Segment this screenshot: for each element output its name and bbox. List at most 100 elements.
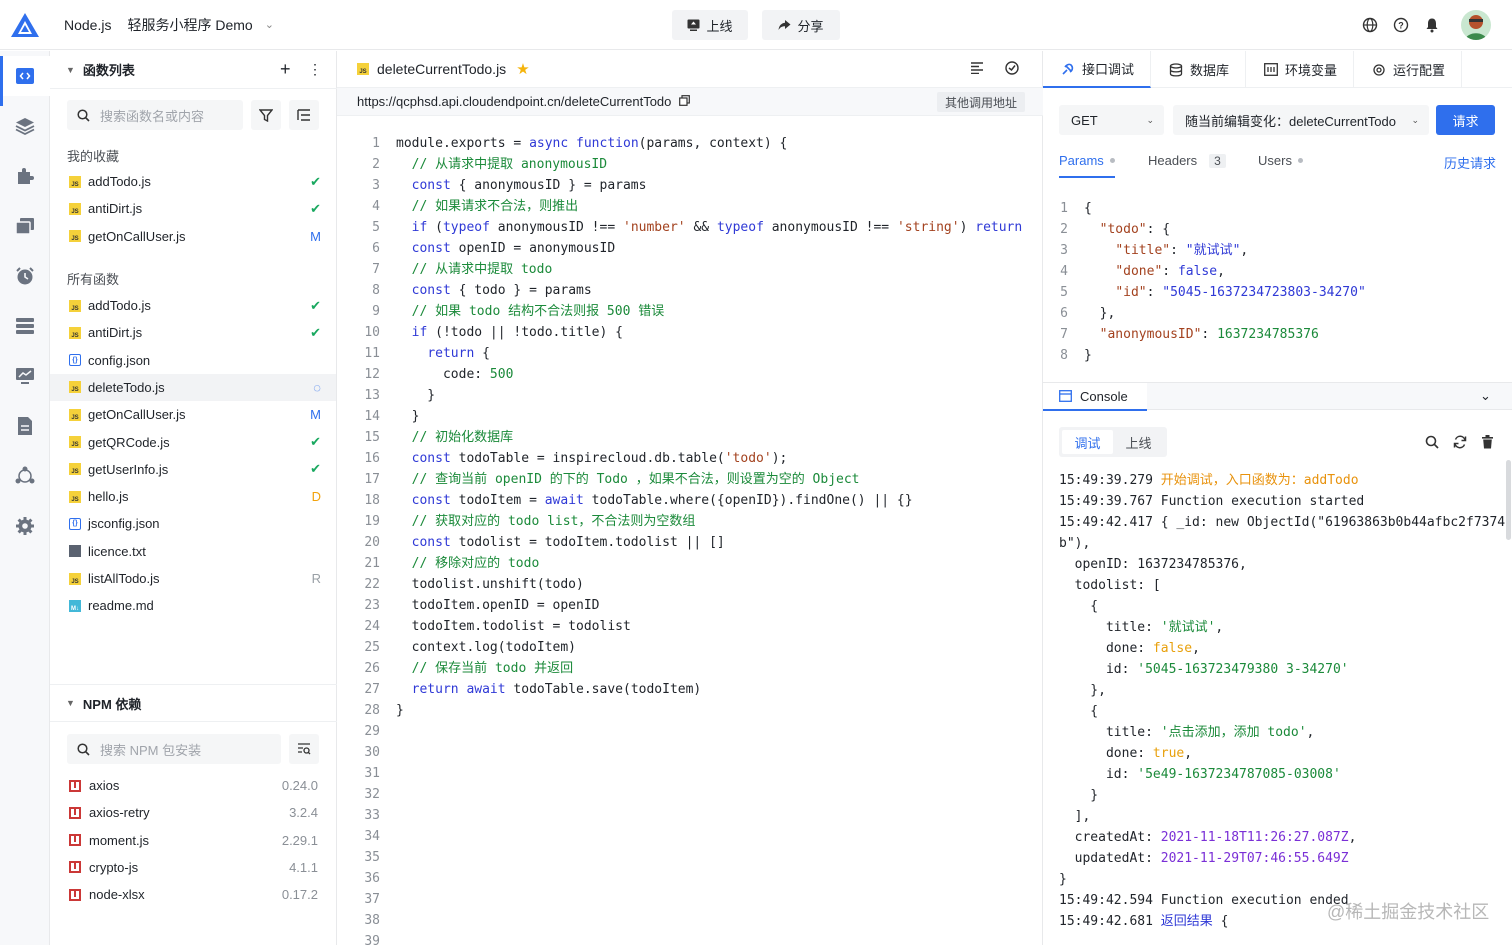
request-body[interactable]: 1{2 "todo": {3 "title": "就试试", 4 "done": … (1043, 198, 1512, 366)
npm-search-input[interactable]: 搜索 NPM 包安装 (67, 734, 281, 764)
caret-down-icon: ▼ (66, 698, 75, 708)
mode-online[interactable]: 上线 (1113, 430, 1164, 454)
headers-count: 3 (1209, 153, 1226, 168)
code-text: todoItem.openID = openID (396, 598, 600, 613)
file-name: getUserInfo.js (88, 461, 169, 477)
filter-icon[interactable] (251, 100, 281, 130)
code-line: 13 } (337, 385, 1043, 406)
tab-run-config[interactable]: 运行配置 (1354, 51, 1463, 88)
package-item[interactable]: axios 0.24.0 (50, 772, 336, 799)
files-nav-icon[interactable] (0, 206, 50, 246)
console-icon (1059, 390, 1072, 402)
line-number: 5 (1060, 285, 1068, 300)
line-number: 39 (364, 934, 380, 949)
method-select[interactable]: GET ⌄ (1059, 105, 1164, 135)
npm-header[interactable]: ▼ NPM 依赖 (50, 684, 337, 722)
function-search-input[interactable]: 搜索函数名或内容 (67, 100, 243, 130)
package-search-icon[interactable] (289, 734, 319, 764)
plugin-nav-icon[interactable] (0, 156, 50, 196)
tree-view-icon[interactable] (289, 100, 319, 130)
users-nav-icon[interactable] (0, 456, 50, 496)
monitor-nav-icon[interactable] (0, 356, 50, 396)
file-item[interactable]: JS antiDirt.js ✔ (50, 319, 336, 346)
deploy-button[interactable]: 上线 (672, 10, 748, 40)
source-select[interactable]: 随当前编辑变化：deleteCurrentTodo ⌄ (1173, 105, 1429, 135)
file-item[interactable]: JS deleteTodo.js ◌ (50, 373, 336, 401)
bell-icon[interactable] (1422, 15, 1442, 35)
tab-console[interactable]: Console (1043, 383, 1147, 411)
refresh-icon[interactable] (1453, 435, 1467, 452)
npm-icon (69, 806, 81, 819)
file-item[interactable]: JS hello.js D (50, 483, 336, 510)
settings-nav-icon[interactable] (0, 506, 50, 546)
tab-headers[interactable]: Headers 3 (1148, 153, 1226, 168)
format-icon[interactable] (970, 61, 984, 77)
trash-icon[interactable] (1481, 435, 1494, 452)
console-line: b"), (1059, 536, 1091, 551)
package-item[interactable]: crypto-js 4.1.1 (50, 854, 336, 881)
code-line: 11 return { (337, 343, 1043, 364)
copy-icon[interactable] (679, 94, 691, 109)
file-item[interactable]: JS addTodo.js ✔ (50, 292, 336, 319)
globe-icon[interactable] (1360, 15, 1380, 35)
file-item[interactable]: JS addTodo.js ✔ (50, 168, 336, 195)
database-icon (1169, 62, 1183, 77)
collapse-chevron-icon[interactable]: ⌄ (1480, 388, 1491, 404)
editor-tab[interactable]: JS deleteCurrentTodo.js ★ (337, 51, 1043, 88)
alarm-nav-icon[interactable] (0, 256, 50, 296)
code-line: 1 module.exports = async function(params,… (337, 133, 1043, 154)
project-selector[interactable]: Node.js 轻服务小程序 Demo ⌄ (64, 15, 274, 35)
tab-env-vars[interactable]: 环境变量 (1246, 51, 1355, 88)
functions-nav-icon[interactable] (0, 56, 50, 106)
console-scrollbar[interactable] (1506, 460, 1511, 540)
file-item[interactable]: {} jsconfig.json (50, 510, 336, 537)
favorites-section-title: 我的收藏 (67, 149, 120, 164)
line-number: 7 (372, 262, 380, 277)
package-item[interactable]: moment.js 2.29.1 (50, 827, 336, 854)
history-link[interactable]: 历史请求 (1444, 153, 1496, 172)
body-line: 4 "done": false, (1043, 261, 1512, 282)
add-icon[interactable]: + (280, 59, 291, 80)
function-list-header[interactable]: ▼ 函数列表 + ⋮ (50, 51, 337, 89)
layers-nav-icon[interactable] (0, 106, 50, 146)
package-item[interactable]: axios-retry 3.2.4 (50, 799, 336, 826)
body-line: 8} (1043, 345, 1512, 366)
file-item[interactable]: JS listAllTodo.js R (50, 565, 336, 592)
mode-debug[interactable]: 调试 (1062, 430, 1113, 454)
avatar[interactable] (1461, 10, 1491, 40)
database-nav-icon[interactable] (0, 306, 50, 346)
gear-icon (1373, 63, 1385, 76)
line-number: 32 (364, 787, 380, 802)
watermark: @稀土掘金技术社区 (1327, 902, 1490, 922)
send-request-button[interactable]: 请求 (1436, 105, 1495, 135)
document-nav-icon[interactable] (0, 406, 50, 446)
file-item[interactable]: {} config.json (50, 347, 336, 374)
more-icon[interactable]: ⋮ (308, 61, 322, 78)
debug-icon[interactable] (1004, 60, 1020, 79)
help-icon[interactable]: ? (1391, 15, 1411, 35)
star-icon[interactable]: ★ (516, 60, 529, 78)
file-item[interactable]: JS antiDirt.js ✔ (50, 195, 336, 222)
share-button[interactable]: 分享 (762, 10, 840, 40)
file-item[interactable]: JS getQRCode.js ✔ (50, 429, 336, 456)
code-line: 32 (337, 784, 1043, 805)
file-item[interactable]: JS getOnCallUser.js M (50, 401, 336, 428)
file-item[interactable]: JS getUserInfo.js ✔ (50, 456, 336, 483)
file-item[interactable]: M↓ readme.md (50, 592, 336, 619)
search-icon[interactable] (1425, 435, 1439, 452)
tab-params[interactable]: Params (1059, 153, 1115, 178)
console-line: title: '点击添加，添加 todo', (1059, 725, 1315, 740)
package-item[interactable]: node-xlsx 0.17.2 (50, 881, 336, 908)
file-item[interactable]: JS getOnCallUser.js M (50, 223, 336, 250)
tab-database[interactable]: 数据库 (1151, 51, 1247, 88)
file-item[interactable]: licence.txt (50, 538, 336, 565)
package-name: axios-retry (89, 805, 150, 821)
js-file-icon: JS (69, 326, 81, 339)
code-lines[interactable]: 1 module.exports = async function(params,… (337, 133, 1043, 952)
triangle-logo-icon[interactable] (0, 0, 50, 50)
code-line: 22 todolist.unshift(todo) (337, 574, 1043, 595)
tab-api-debug[interactable]: 接口调试 (1043, 51, 1152, 88)
tab-users[interactable]: Users (1258, 153, 1303, 168)
other-url-button[interactable]: 其他调用地址 (936, 92, 1025, 112)
